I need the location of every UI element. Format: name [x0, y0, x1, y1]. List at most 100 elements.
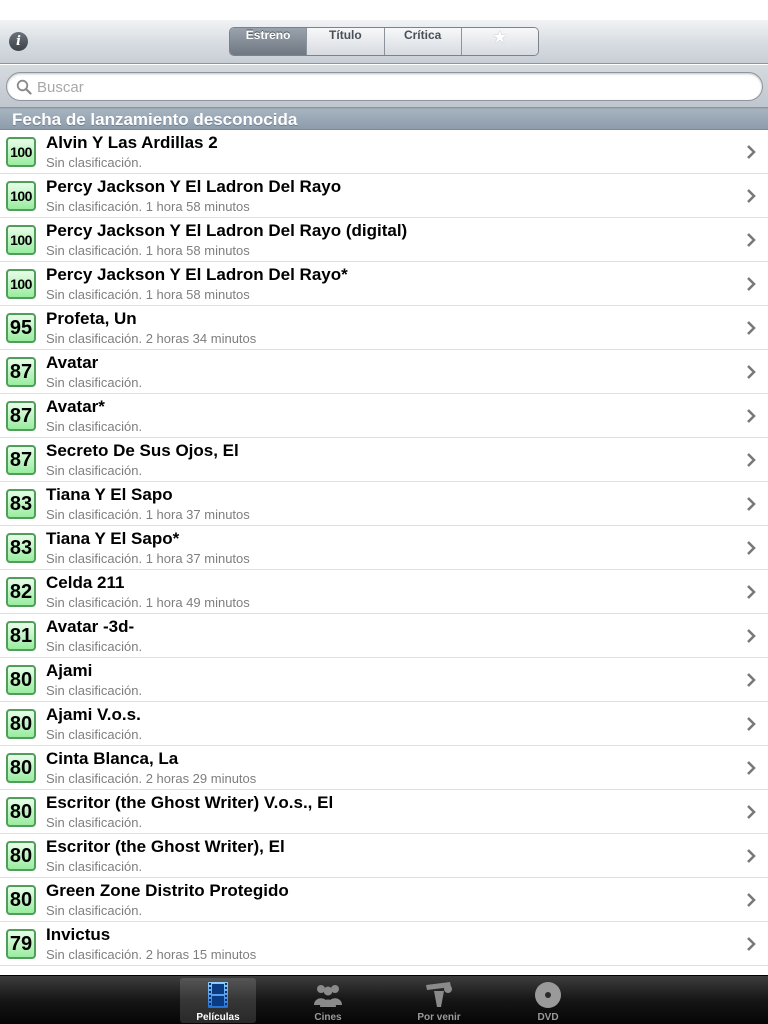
tab-dvd[interactable]: DVD [510, 978, 586, 1023]
score-badge: 87 [6, 445, 36, 475]
tab-por-venir[interactable]: Por venir [401, 978, 477, 1023]
movie-title: Secreto De Sus Ojos, El [46, 441, 239, 460]
movie-title: Avatar -3d- [46, 617, 135, 636]
score-badge: 80 [6, 753, 36, 783]
movie-row[interactable]: 87 Avatar* Sin clasificación. [0, 394, 768, 438]
movie-row[interactable]: 80 Ajami V.o.s. Sin clasificación. [0, 702, 768, 746]
search-bar [0, 65, 768, 108]
score-badge: 82 [6, 577, 36, 607]
segment-favorites-star-icon[interactable]: ★ [460, 28, 538, 55]
movie-row[interactable]: 87 Avatar Sin clasificación. [0, 350, 768, 394]
movie-title: Percy Jackson Y El Ladron Del Rayo [46, 177, 342, 196]
movie-title: Tiana Y El Sapo [46, 485, 173, 504]
movie-title: Avatar [46, 353, 99, 372]
movie-info: Sin clasificación. [46, 375, 143, 390]
movie-row[interactable]: 80 Ajami Sin clasificación. [0, 658, 768, 702]
movie-title: Avatar* [46, 397, 105, 416]
movie-info: Sin clasificación. 1 hora 58 minutos [46, 287, 250, 302]
tab-peliculas[interactable]: Películas [180, 978, 256, 1023]
score-badge: 80 [6, 841, 36, 871]
movie-title: Ajami [46, 661, 93, 680]
movie-info: Sin clasificación. 1 hora 37 minutos [46, 551, 250, 566]
movie-title: Profeta, Un [46, 309, 137, 328]
disc-icon [535, 982, 561, 1008]
sort-segmented-control: Estreno Título Crítica ★ [229, 27, 539, 56]
movie-row[interactable]: 100 Alvin Y Las Ardillas 2 Sin clasificaci… [0, 130, 768, 174]
score-badge: 80 [6, 709, 36, 739]
tab-cines[interactable]: Cines [290, 978, 366, 1023]
score-badge: 83 [6, 533, 36, 563]
movie-info: Sin clasificación. [46, 419, 143, 434]
people-icon [314, 985, 342, 1007]
chevron-right-icon [747, 585, 756, 599]
movie-row[interactable]: 100 Percy Jackson Y El Ladron Del Rayo* Si… [0, 262, 768, 306]
navigation-bar: i Estreno Título Crítica ★ [0, 20, 768, 64]
movie-row[interactable]: 80 Green Zone Distrito Protegido Sin clasi… [0, 878, 768, 922]
search-field[interactable] [6, 72, 763, 101]
chevron-right-icon [747, 761, 756, 775]
section-header: Fecha de lanzamiento desconocida [0, 108, 768, 130]
segment-critica[interactable]: Crítica [383, 28, 461, 55]
movie-info: Sin clasificación. 2 horas 34 minutos [46, 331, 257, 346]
movie-info: Sin clasificación. [46, 903, 143, 918]
movie-info: Sin clasificación. 1 hora 49 minutos [46, 595, 250, 610]
score-badge: 87 [6, 357, 36, 387]
segment-titulo[interactable]: Título [306, 28, 384, 55]
movie-info: Sin clasificación. [46, 639, 143, 654]
score-badge: 80 [6, 797, 36, 827]
movie-title: Percy Jackson Y El Ladron Del Rayo (digi… [46, 221, 408, 240]
movie-title: Escritor (the Ghost Writer) V.o.s., El [46, 793, 334, 812]
segment-estreno[interactable]: Estreno [230, 28, 307, 55]
movie-title: Green Zone Distrito Protegido [46, 881, 289, 900]
chevron-right-icon [747, 541, 756, 555]
chevron-right-icon [747, 409, 756, 423]
movie-row[interactable]: 100 Percy Jackson Y El Ladron Del Rayo (d… [0, 218, 768, 262]
chevron-right-icon [747, 365, 756, 379]
movie-row[interactable]: 95 Profeta, Un Sin clasificación. 2 horas … [0, 306, 768, 350]
movie-title: Invictus [46, 925, 111, 944]
movie-row[interactable]: 80 Escritor (the Ghost Writer) V.o.s., El… [0, 790, 768, 834]
search-icon [16, 79, 32, 95]
movie-row[interactable]: 80 Cinta Blanca, La Sin clasificación. 2 h… [0, 746, 768, 790]
movie-row[interactable]: 81 Avatar -3d- Sin clasificación. [0, 614, 768, 658]
movie-row[interactable]: 79 Invictus Sin clasificación. 2 horas 15 … [0, 922, 768, 966]
movie-list[interactable]: 100 Alvin Y Las Ardillas 2 Sin clasificaci… [0, 130, 768, 975]
chevron-right-icon [747, 717, 756, 731]
movie-title: Alvin Y Las Ardillas 2 [46, 133, 218, 152]
score-badge: 95 [6, 313, 36, 343]
movie-info: Sin clasificación. [46, 155, 143, 170]
tab-label: Películas [196, 1012, 240, 1023]
chevron-right-icon [747, 805, 756, 819]
movie-info: Sin clasificación. [46, 683, 143, 698]
tab-label: Por venir [417, 1012, 461, 1023]
movie-row[interactable]: 80 Escritor (the Ghost Writer), El Sin cla… [0, 834, 768, 878]
tab-label: Cines [314, 1012, 342, 1023]
info-icon[interactable]: i [9, 32, 28, 51]
chevron-right-icon [747, 673, 756, 687]
movie-title: Cinta Blanca, La [46, 749, 179, 768]
chevron-right-icon [747, 937, 756, 951]
movie-row[interactable]: 83 Tiana Y El Sapo* Sin clasificación. 1 h… [0, 526, 768, 570]
movie-row[interactable]: 83 Tiana Y El Sapo Sin clasificación. 1 ho… [0, 482, 768, 526]
score-badge: 79 [6, 929, 36, 959]
movie-title: Tiana Y El Sapo* [46, 529, 180, 548]
chevron-right-icon [747, 321, 756, 335]
film-icon [208, 982, 228, 1008]
score-badge: 100 [6, 181, 36, 211]
score-badge: 83 [6, 489, 36, 519]
movie-title: Celda 211 [46, 573, 125, 592]
score-badge: 81 [6, 621, 36, 651]
movie-row[interactable]: 100 Percy Jackson Y El Ladron Del Rayo Sin… [0, 174, 768, 218]
movie-info: Sin clasificación. [46, 463, 143, 478]
score-badge: 100 [6, 137, 36, 167]
chevron-right-icon [747, 453, 756, 467]
movie-info: Sin clasificación. 1 hora 58 minutos [46, 243, 250, 258]
movie-row[interactable]: 87 Secreto De Sus Ojos, El Sin clasificaci… [0, 438, 768, 482]
score-badge: 80 [6, 665, 36, 695]
score-badge: 100 [6, 269, 36, 299]
clapper-icon [426, 982, 452, 1007]
movie-row[interactable]: 82 Celda 211 Sin clasificación. 1 hora 49 … [0, 570, 768, 614]
search-input[interactable] [37, 77, 737, 97]
movie-title: Ajami V.o.s. [46, 705, 141, 724]
chevron-right-icon [747, 497, 756, 511]
